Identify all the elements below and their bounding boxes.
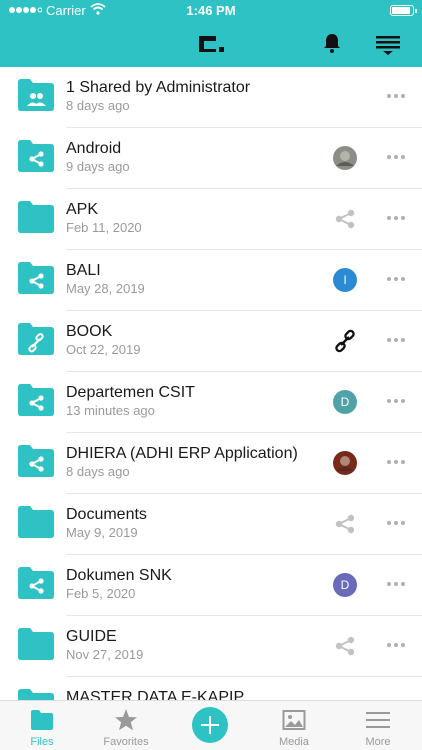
file-row[interactable]: BOOK Oct 22, 2019: [0, 311, 422, 372]
more-options-icon[interactable]: [386, 638, 406, 650]
share-icon[interactable]: [333, 634, 357, 658]
menu-icon: [366, 708, 390, 732]
link-folder-icon: [18, 323, 54, 355]
file-row[interactable]: DHIERA (ADHI ERP Application) 8 days ago: [0, 433, 422, 494]
folder-icon: [30, 708, 54, 732]
file-row[interactable]: Departemen CSIT 13 minutes ago D: [0, 372, 422, 433]
tab-favorites[interactable]: Favorites: [84, 701, 168, 750]
group-folder-icon: [18, 79, 54, 111]
share-icon[interactable]: [333, 207, 357, 231]
shared-folder-icon: [18, 567, 54, 599]
file-row[interactable]: Android 9 days ago: [0, 128, 422, 189]
more-options-icon[interactable]: [386, 89, 406, 101]
sort-icon[interactable]: [374, 32, 402, 56]
bell-icon[interactable]: [320, 31, 344, 55]
file-name: APK: [66, 201, 99, 218]
star-icon: [114, 708, 138, 732]
status-time: 1:46 PM: [186, 3, 236, 18]
avatar[interactable]: D: [333, 390, 357, 414]
file-date: Feb 11, 2020: [66, 220, 142, 235]
file-date: Feb 5, 2020: [66, 586, 136, 601]
image-icon: [282, 708, 306, 732]
shared-folder-icon: [18, 262, 54, 294]
more-options-icon[interactable]: [386, 516, 406, 528]
avatar[interactable]: I: [333, 268, 357, 292]
more-options-icon[interactable]: [386, 394, 406, 406]
link-icon[interactable]: [333, 329, 357, 353]
file-date: 9 days ago: [66, 159, 130, 174]
tab-bar: Files Favorites Media More: [0, 700, 422, 750]
file-date: May 9, 2019: [66, 525, 138, 540]
more-options-icon[interactable]: [386, 333, 406, 345]
more-options-icon[interactable]: [386, 577, 406, 589]
add-button[interactable]: [168, 701, 252, 750]
file-name: Documents: [66, 506, 147, 523]
folder-icon: [18, 201, 54, 233]
file-date: 13 minutes ago: [66, 403, 155, 418]
tab-label: Media: [279, 736, 309, 748]
file-name: GUIDE: [66, 628, 117, 645]
plus-icon[interactable]: [192, 707, 228, 743]
file-name: Dokumen SNK: [66, 567, 172, 584]
file-row[interactable]: 1 Shared by Administrator 8 days ago: [0, 67, 422, 128]
avatar-initial: D: [333, 390, 357, 414]
file-name: Android: [66, 140, 122, 157]
file-row[interactable]: Documents May 9, 2019: [0, 494, 422, 555]
more-options-icon[interactable]: [386, 150, 406, 162]
status-bar: Carrier 1:46 PM: [0, 0, 422, 22]
app-logo-icon: [196, 32, 226, 54]
file-row[interactable]: APK Feb 11, 2020: [0, 189, 422, 250]
avatar-initial: D: [333, 573, 357, 597]
folder-icon: [18, 689, 54, 700]
file-date: 8 days ago: [66, 464, 130, 479]
more-options-icon[interactable]: [386, 211, 406, 223]
shared-folder-icon: [18, 445, 54, 477]
file-name: Departemen CSIT: [66, 384, 195, 401]
more-options-icon[interactable]: [386, 272, 406, 284]
folder-icon: [18, 628, 54, 660]
file-row[interactable]: Dokumen SNK Feb 5, 2020 D: [0, 555, 422, 616]
folder-icon: [18, 506, 54, 538]
file-date: Oct 22, 2019: [66, 342, 141, 357]
more-options-icon[interactable]: [386, 455, 406, 467]
file-list[interactable]: 1 Shared by Administrator 8 days ago Andro…: [0, 67, 422, 700]
file-name: DHIERA (ADHI ERP Application): [66, 445, 298, 462]
shared-folder-icon: [18, 384, 54, 416]
file-date: May 28, 2019: [66, 281, 145, 296]
file-date: Nov 27, 2019: [66, 647, 144, 662]
file-name: BALI: [66, 262, 101, 279]
file-row[interactable]: BALI May 28, 2019 I: [0, 250, 422, 311]
share-icon[interactable]: [333, 512, 357, 536]
tab-media[interactable]: Media: [252, 701, 336, 750]
tab-more[interactable]: More: [336, 701, 420, 750]
shared-folder-icon: [18, 140, 54, 172]
tab-label: More: [365, 736, 391, 748]
avatar-initial: I: [333, 268, 357, 292]
tab-label: Files: [30, 736, 54, 748]
avatar[interactable]: D: [333, 573, 357, 597]
file-row[interactable]: MASTER DATA E-KAPIP: [0, 677, 422, 700]
battery-icon: [390, 5, 417, 16]
tab-label: Favorites: [103, 736, 149, 748]
file-name: 1 Shared by Administrator: [66, 79, 251, 96]
tab-files[interactable]: Files: [0, 701, 84, 750]
file-name: BOOK: [66, 323, 113, 340]
file-row[interactable]: GUIDE Nov 27, 2019: [0, 616, 422, 677]
file-date: 8 days ago: [66, 98, 130, 113]
avatar-photo[interactable]: [333, 146, 357, 170]
top-bar: Carrier 1:46 PM: [0, 0, 422, 67]
file-name: MASTER DATA E-KAPIP: [66, 689, 245, 700]
avatar-photo[interactable]: [333, 451, 357, 475]
